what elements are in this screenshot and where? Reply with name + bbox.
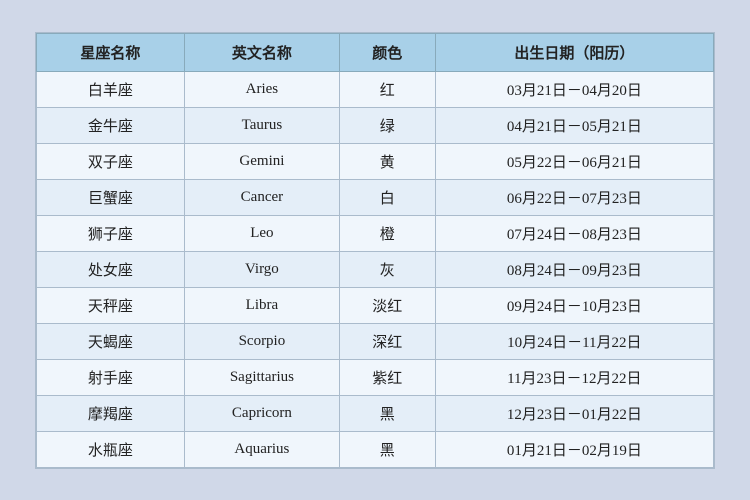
col-header-color: 颜色 bbox=[339, 33, 435, 71]
zodiac-table: 星座名称 英文名称 颜色 出生日期（阳历） 白羊座Aries红03月21日－04… bbox=[36, 33, 714, 468]
cell-color: 黄 bbox=[339, 143, 435, 179]
cell-dates: 05月22日－06月21日 bbox=[435, 143, 713, 179]
table-header-row: 星座名称 英文名称 颜色 出生日期（阳历） bbox=[37, 33, 714, 71]
table-row: 金牛座Taurus绿04月21日－05月21日 bbox=[37, 107, 714, 143]
cell-dates: 08月24日－09月23日 bbox=[435, 251, 713, 287]
table-row: 水瓶座Aquarius黑01月21日－02月19日 bbox=[37, 431, 714, 467]
table-row: 天蝎座Scorpio深红10月24日－11月22日 bbox=[37, 323, 714, 359]
cell-chinese: 射手座 bbox=[37, 359, 185, 395]
cell-color: 灰 bbox=[339, 251, 435, 287]
cell-color: 白 bbox=[339, 179, 435, 215]
table-row: 狮子座Leo橙07月24日－08月23日 bbox=[37, 215, 714, 251]
cell-dates: 12月23日－01月22日 bbox=[435, 395, 713, 431]
cell-chinese: 双子座 bbox=[37, 143, 185, 179]
cell-color: 绿 bbox=[339, 107, 435, 143]
table-row: 处女座Virgo灰08月24日－09月23日 bbox=[37, 251, 714, 287]
cell-english: Gemini bbox=[184, 143, 339, 179]
cell-color: 紫红 bbox=[339, 359, 435, 395]
cell-chinese: 水瓶座 bbox=[37, 431, 185, 467]
cell-chinese: 天蝎座 bbox=[37, 323, 185, 359]
table-row: 摩羯座Capricorn黑12月23日－01月22日 bbox=[37, 395, 714, 431]
cell-color: 红 bbox=[339, 71, 435, 107]
cell-chinese: 巨蟹座 bbox=[37, 179, 185, 215]
cell-color: 淡红 bbox=[339, 287, 435, 323]
cell-english: Aquarius bbox=[184, 431, 339, 467]
cell-english: Leo bbox=[184, 215, 339, 251]
table-row: 双子座Gemini黄05月22日－06月21日 bbox=[37, 143, 714, 179]
cell-chinese: 摩羯座 bbox=[37, 395, 185, 431]
cell-color: 橙 bbox=[339, 215, 435, 251]
col-header-english: 英文名称 bbox=[184, 33, 339, 71]
table-row: 巨蟹座Cancer白06月22日－07月23日 bbox=[37, 179, 714, 215]
cell-color: 黑 bbox=[339, 431, 435, 467]
cell-english: Sagittarius bbox=[184, 359, 339, 395]
cell-dates: 09月24日－10月23日 bbox=[435, 287, 713, 323]
cell-english: Cancer bbox=[184, 179, 339, 215]
cell-english: Scorpio bbox=[184, 323, 339, 359]
cell-english: Capricorn bbox=[184, 395, 339, 431]
cell-dates: 04月21日－05月21日 bbox=[435, 107, 713, 143]
table-row: 天秤座Libra淡红09月24日－10月23日 bbox=[37, 287, 714, 323]
table-body: 白羊座Aries红03月21日－04月20日金牛座Taurus绿04月21日－0… bbox=[37, 71, 714, 467]
cell-chinese: 处女座 bbox=[37, 251, 185, 287]
col-header-dates: 出生日期（阳历） bbox=[435, 33, 713, 71]
cell-color: 深红 bbox=[339, 323, 435, 359]
zodiac-table-container: 星座名称 英文名称 颜色 出生日期（阳历） 白羊座Aries红03月21日－04… bbox=[35, 32, 715, 469]
cell-chinese: 狮子座 bbox=[37, 215, 185, 251]
cell-dates: 11月23日－12月22日 bbox=[435, 359, 713, 395]
cell-english: Virgo bbox=[184, 251, 339, 287]
cell-chinese: 天秤座 bbox=[37, 287, 185, 323]
col-header-chinese: 星座名称 bbox=[37, 33, 185, 71]
cell-dates: 01月21日－02月19日 bbox=[435, 431, 713, 467]
cell-dates: 07月24日－08月23日 bbox=[435, 215, 713, 251]
cell-english: Aries bbox=[184, 71, 339, 107]
table-row: 射手座Sagittarius紫红11月23日－12月22日 bbox=[37, 359, 714, 395]
cell-english: Libra bbox=[184, 287, 339, 323]
cell-english: Taurus bbox=[184, 107, 339, 143]
cell-dates: 03月21日－04月20日 bbox=[435, 71, 713, 107]
cell-chinese: 白羊座 bbox=[37, 71, 185, 107]
cell-chinese: 金牛座 bbox=[37, 107, 185, 143]
cell-color: 黑 bbox=[339, 395, 435, 431]
table-row: 白羊座Aries红03月21日－04月20日 bbox=[37, 71, 714, 107]
cell-dates: 06月22日－07月23日 bbox=[435, 179, 713, 215]
cell-dates: 10月24日－11月22日 bbox=[435, 323, 713, 359]
